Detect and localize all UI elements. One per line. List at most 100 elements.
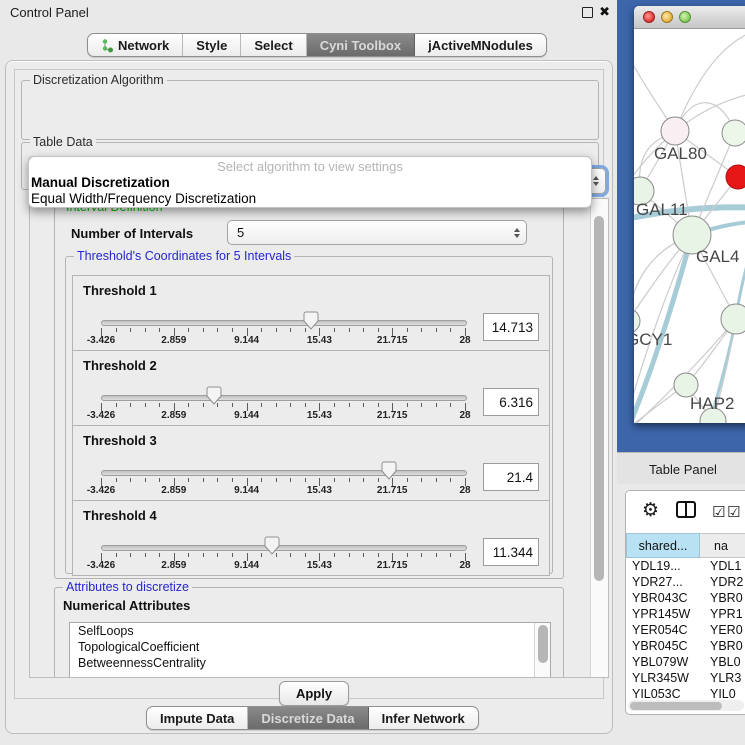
slider-tick xyxy=(217,553,218,557)
slider-tick xyxy=(116,328,117,332)
apply-button[interactable]: Apply xyxy=(279,681,349,706)
table-row[interactable]: YLR345WYLR3 xyxy=(626,670,745,686)
tab-network[interactable]: Network xyxy=(88,34,183,56)
cyni-toolbox-panel: Discretization Algorithm Select algorith… xyxy=(5,60,613,734)
checkbox-icon[interactable]: ☑ xyxy=(712,503,725,521)
column-split-icon[interactable] xyxy=(676,501,696,523)
table-row[interactable]: YER054CYER0 xyxy=(626,622,745,638)
slider-tick xyxy=(188,478,189,482)
tab-select[interactable]: Select xyxy=(241,34,306,56)
tab-impute-data[interactable]: Impute Data xyxy=(147,707,248,729)
node-partial-top[interactable] xyxy=(722,120,745,146)
slider-handle[interactable] xyxy=(303,311,319,330)
tab-infer-network[interactable]: Infer Network xyxy=(369,707,478,729)
algorithm-option[interactable]: Manual Discretization xyxy=(29,175,591,191)
network-graph: GAL80 G. C GAL11 GAL4 GCY1 H HAP2 xyxy=(634,29,745,423)
table-row[interactable]: YDL19...YDL1 xyxy=(626,558,745,574)
attributes-scrollbar-thumb[interactable] xyxy=(538,625,548,663)
cell-shared-name: YDL19... xyxy=(626,558,700,574)
table-horizontal-scrollbar[interactable] xyxy=(628,700,744,711)
algorithm-prompt: Select algorithm to view settings xyxy=(29,159,591,175)
slider-tick xyxy=(261,478,262,482)
network-window: GAL80 G. C GAL11 GAL4 GCY1 H HAP2 xyxy=(634,6,745,423)
slider-tick xyxy=(145,403,146,407)
number-of-intervals-combobox[interactable]: 5 xyxy=(227,220,527,245)
table-row[interactable]: YPR145WYPR1 xyxy=(626,606,745,622)
slider-handle[interactable] xyxy=(206,386,222,405)
cell-shared-name: YPR145W xyxy=(626,606,700,622)
table-row[interactable]: YDR27...YDR2 xyxy=(626,574,745,590)
table-hscrollbar-thumb[interactable] xyxy=(630,702,722,710)
slider-track[interactable] xyxy=(101,320,467,326)
attribute-list-item[interactable]: BetweennessCentrality xyxy=(70,655,550,671)
slider-tick xyxy=(334,328,335,332)
slider-handle[interactable] xyxy=(264,536,280,555)
attributes-scrollbar[interactable] xyxy=(534,623,550,678)
algorithm-option[interactable]: Equal Width/Frequency Discretization xyxy=(29,191,591,207)
slider-tick xyxy=(145,328,146,332)
threshold-value-field[interactable]: 21.4 xyxy=(483,463,539,491)
column-header-shared[interactable]: shared... xyxy=(626,533,700,558)
thresholds-group-label: Threshold's Coordinates for 5 Intervals xyxy=(74,249,294,263)
network-canvas[interactable]: GAL80 G. C GAL11 GAL4 GCY1 H HAP2 xyxy=(634,29,745,423)
slider-tick xyxy=(159,328,160,332)
slider-track[interactable] xyxy=(101,395,467,401)
settings-scrollbar-thumb[interactable] xyxy=(594,216,604,581)
slider-track[interactable] xyxy=(101,545,467,551)
attribute-list-item[interactable]: TopologicalCoefficient xyxy=(70,639,550,655)
slider-tick xyxy=(378,478,379,482)
threshold-value-field[interactable]: 6.316 xyxy=(483,388,539,416)
tab-label: Discretize Data xyxy=(261,711,354,726)
cell-shared-name: YBL079W xyxy=(626,654,700,670)
slider-tick xyxy=(276,328,277,332)
slider-tick-label: 15.43 xyxy=(295,335,343,346)
slider-handle[interactable] xyxy=(381,461,397,480)
table-data-group-label: Table Data xyxy=(30,135,96,149)
tab-discretize-data[interactable]: Discretize Data xyxy=(248,707,368,729)
table-panel-titlebar[interactable]: Table Panel xyxy=(617,452,745,486)
table-row[interactable]: YBR043CYBR0 xyxy=(626,590,745,606)
numerical-attributes-list[interactable]: SelfLoopsTopologicalCoefficientBetweenne… xyxy=(69,622,551,678)
tab-jactivemnodules[interactable]: jActiveMNodules xyxy=(415,34,546,56)
checkbox-icon[interactable]: ☑ xyxy=(727,503,740,521)
table-row[interactable]: YBL079WYBL0 xyxy=(626,654,745,670)
node-right[interactable] xyxy=(721,304,745,334)
threshold-value-field[interactable]: 14.713 xyxy=(483,313,539,341)
float-window-icon[interactable] xyxy=(582,7,593,18)
combo-stepper-icon[interactable] xyxy=(508,221,526,244)
slider-tick-label: -3.426 xyxy=(77,335,125,346)
network-window-titlebar[interactable] xyxy=(634,6,745,29)
settings-scrollbar[interactable] xyxy=(590,199,608,677)
panel-title: Control Panel xyxy=(10,5,89,20)
slider-tick xyxy=(436,478,437,482)
minimize-traffic-light-icon[interactable] xyxy=(661,11,673,23)
slider-tick-label: 2.859 xyxy=(150,560,198,571)
slider-tick xyxy=(290,403,291,407)
slider-tick xyxy=(436,403,437,407)
threshold-value-field[interactable]: 11.344 xyxy=(483,538,539,566)
slider-tick-label: -3.426 xyxy=(77,410,125,421)
slider-track[interactable] xyxy=(101,470,467,476)
node-gal80[interactable] xyxy=(661,117,689,145)
node-red-selected[interactable] xyxy=(726,165,745,189)
cell-shared-name: YER054C xyxy=(626,622,700,638)
close-traffic-light-icon[interactable] xyxy=(643,11,655,23)
column-header-name[interactable]: na xyxy=(700,533,745,558)
tab-style[interactable]: Style xyxy=(183,34,241,56)
network-icon xyxy=(101,38,113,53)
slider-tick xyxy=(261,328,262,332)
slider-tick-label: 9.144 xyxy=(223,335,271,346)
table-row[interactable]: YBR045CYBR0 xyxy=(626,638,745,654)
attribute-list-item[interactable]: SelfLoops xyxy=(70,623,550,639)
tab-cyni-toolbox[interactable]: Cyni Toolbox xyxy=(307,34,415,56)
gear-icon[interactable]: ⚙ xyxy=(642,499,659,522)
slider-tick xyxy=(130,403,131,407)
cell-name: YBL0 xyxy=(700,654,745,670)
cell-name: YDL1 xyxy=(700,558,745,574)
zoom-traffic-light-icon[interactable] xyxy=(679,11,691,23)
slider-tick xyxy=(305,553,306,557)
cell-name: YPR1 xyxy=(700,606,745,622)
close-icon[interactable]: ✖ xyxy=(599,4,610,20)
slider-tick-label: 9.144 xyxy=(223,485,271,496)
tab-label: Style xyxy=(196,38,227,53)
